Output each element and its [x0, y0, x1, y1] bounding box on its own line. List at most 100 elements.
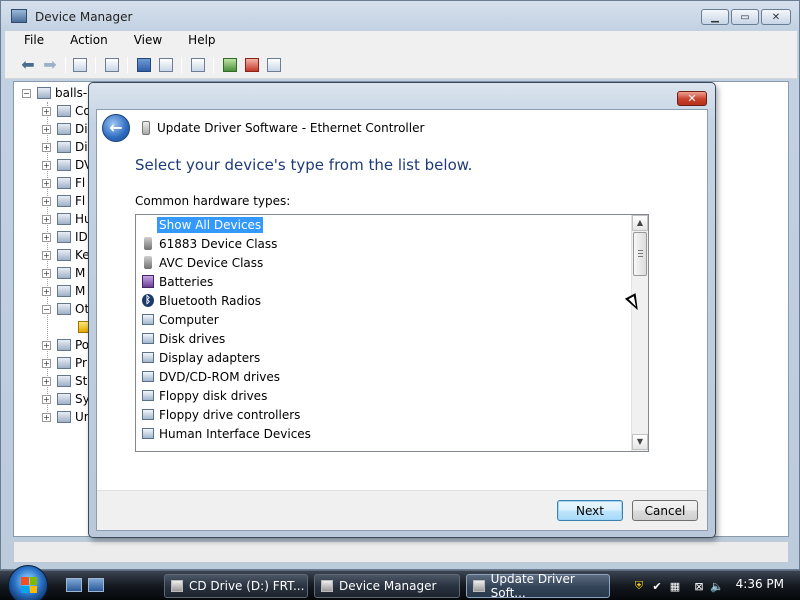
scan-hardware-icon[interactable] [189, 56, 207, 74]
windows-logo-icon [21, 577, 37, 593]
tree-item[interactable]: + Co [42, 102, 91, 120]
minimize-button[interactable]: ▁ [701, 9, 729, 25]
list-item[interactable]: Disk drives [142, 329, 227, 348]
show-desktop-icon[interactable] [66, 578, 82, 592]
expand-icon[interactable]: + [42, 142, 51, 152]
taskbar-item-device-manager[interactable]: Device Manager [314, 574, 460, 598]
menu-view[interactable]: View [117, 31, 171, 51]
tree-item[interactable]: + Ur [42, 408, 89, 426]
expand-icon[interactable]: + [42, 214, 51, 224]
close-button[interactable]: ✕ [761, 9, 791, 25]
list-item[interactable]: Show All Devices [142, 215, 264, 234]
display-adapter-icon [142, 352, 154, 363]
start-button[interactable] [8, 565, 48, 600]
tree-item[interactable]: + DV [42, 156, 92, 174]
list-scrollbar[interactable]: ▲ ▼ [631, 215, 648, 451]
dialog-footer: Next Cancel [97, 490, 707, 530]
expand-icon[interactable]: + [42, 250, 51, 260]
expand-icon[interactable]: + [42, 286, 51, 296]
tree-item[interactable]: + Di [42, 120, 88, 138]
tree-root-label: balls- [55, 86, 88, 100]
forward-arrow-icon[interactable]: ➡ [41, 56, 59, 74]
list-item-label: Batteries [159, 274, 214, 289]
tree-item[interactable]: + Pr [42, 354, 87, 372]
list-item[interactable]: AVC Device Class [142, 253, 265, 272]
properties-icon[interactable] [103, 56, 121, 74]
show-hide-tree-icon[interactable] [157, 56, 175, 74]
expand-icon[interactable]: + [42, 412, 51, 422]
tree-item[interactable]: + Sy [42, 390, 90, 408]
expand-icon[interactable]: + [42, 196, 51, 206]
expand-icon[interactable]: + [42, 376, 51, 386]
tree-item[interactable]: + M [42, 282, 85, 300]
menu-file[interactable]: File [5, 31, 53, 51]
taskbar-item-cd-drive[interactable]: CD Drive (D:) FRT... [164, 574, 308, 598]
tree-item[interactable]: + ID [42, 228, 88, 246]
hardware-types-list[interactable]: Show All Devices 61883 Device Class AVC … [135, 214, 649, 452]
update-check-icon[interactable]: ✔ [650, 579, 664, 593]
device-category-icon [57, 267, 71, 279]
list-item-label: Disk drives [159, 331, 226, 346]
expand-icon[interactable]: + [42, 124, 51, 134]
up-level-icon[interactable] [71, 56, 89, 74]
tree-item[interactable]: + Fl [42, 192, 85, 210]
list-item[interactable]: 61883 Device Class [142, 234, 279, 253]
network-icon[interactable]: ▦ [668, 579, 682, 593]
tree-item[interactable]: + M [42, 264, 85, 282]
list-item[interactable]: Batteries [142, 272, 215, 291]
network-disconnected-icon[interactable]: ⊠ [692, 579, 706, 593]
device-category-icon [57, 357, 71, 369]
list-item[interactable]: Floppy disk drives [142, 386, 269, 405]
tree-root[interactable]: − balls- [22, 84, 87, 102]
disable-device-icon[interactable] [265, 56, 283, 74]
expand-icon[interactable]: + [42, 394, 51, 404]
expand-icon[interactable]: + [42, 106, 51, 116]
tree-item[interactable]: + Di [42, 138, 88, 156]
tree-item[interactable]: + Po [42, 336, 89, 354]
maximize-button[interactable]: ▭ [731, 9, 759, 25]
list-item[interactable]: Floppy drive controllers [142, 405, 302, 424]
clock[interactable]: 4:36 PM [736, 577, 784, 591]
expand-icon[interactable]: + [42, 160, 51, 170]
tree-item[interactable]: + Hu [42, 210, 92, 228]
menu-action[interactable]: Action [53, 31, 117, 51]
expand-icon[interactable]: + [42, 358, 51, 368]
volume-icon[interactable]: 🔈 [710, 579, 724, 593]
list-item[interactable]: DVD/CD-ROM drives [142, 367, 282, 386]
back-arrow-icon[interactable]: ⬅ [19, 56, 37, 74]
update-driver-icon[interactable] [221, 56, 239, 74]
uninstall-device-icon[interactable] [243, 56, 261, 74]
back-button[interactable]: ← [102, 114, 130, 142]
tree-item[interactable]: + St [42, 372, 87, 390]
taskbar-item-update-driver[interactable]: Update Driver Soft... [466, 572, 610, 600]
tree-item[interactable]: + Ke [42, 246, 90, 264]
device-category-icon [57, 393, 71, 405]
tree-item[interactable]: + Fl [42, 174, 85, 192]
help-icon[interactable] [135, 56, 153, 74]
menu-help[interactable]: Help [171, 31, 224, 51]
security-shield-icon[interactable]: ⛨ [632, 579, 646, 593]
scroll-up-arrow-icon[interactable]: ▲ [632, 215, 648, 231]
tree-item-label: ID [75, 230, 88, 244]
scroll-thumb[interactable] [633, 232, 647, 276]
next-button[interactable]: Next [557, 500, 623, 521]
status-bar [13, 541, 789, 563]
expand-icon[interactable]: + [42, 268, 51, 278]
expand-icon[interactable]: + [42, 178, 51, 188]
list-item[interactable]: Human Interface Devices [142, 424, 313, 443]
list-item[interactable]: Display adapters [142, 348, 262, 367]
title-bar[interactable]: Device Manager ▁ ▭ ✕ [1, 1, 799, 31]
list-item[interactable]: ᛒ Bluetooth Radios [142, 291, 263, 310]
collapse-icon[interactable]: − [42, 304, 51, 314]
device-category-icon [57, 141, 71, 153]
expand-icon[interactable]: + [42, 340, 51, 350]
expand-icon[interactable]: + [42, 232, 51, 242]
tree-item[interactable]: − Ot [42, 300, 89, 318]
dialog-close-button[interactable]: ✕ [677, 91, 707, 106]
scroll-down-arrow-icon[interactable]: ▼ [632, 434, 648, 450]
switch-windows-icon[interactable] [88, 578, 104, 592]
cancel-button[interactable]: Cancel [632, 500, 698, 521]
list-item[interactable]: Computer [142, 310, 221, 329]
tree-item-label: M [75, 284, 86, 298]
collapse-icon[interactable]: − [22, 88, 31, 98]
